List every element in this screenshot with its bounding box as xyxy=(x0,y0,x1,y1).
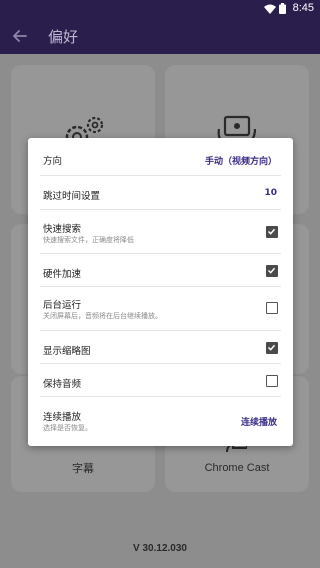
quick-search-checkbox[interactable] xyxy=(266,226,278,238)
check-icon xyxy=(267,267,276,274)
keep-audio-row[interactable]: 保持音频 xyxy=(28,364,293,397)
hw-accel-row[interactable]: 硬件加速 xyxy=(28,254,293,287)
check-icon xyxy=(267,228,276,235)
status-time: 8:45 xyxy=(292,2,314,14)
orientation-row[interactable]: 方向 手动（视频方向） xyxy=(28,138,293,176)
seek-time-label: 跳过时间设置 xyxy=(43,191,101,202)
show-thumbnails-row[interactable]: 显示缩略图 xyxy=(28,331,293,364)
show-thumbnails-checkbox[interactable] xyxy=(266,342,278,354)
quick-search-desc: 快速搜索文件，正确度将降低 xyxy=(43,236,134,244)
continuous-play-value[interactable]: 连续播放 xyxy=(241,415,277,428)
continuous-play-desc: 选择是否恢复。 xyxy=(43,424,92,432)
continuous-play-label: 连续播放 xyxy=(43,412,82,423)
background-play-row[interactable]: 后台运行 关闭屏幕后，音频将在后台继续播放。 xyxy=(28,287,293,331)
keep-audio-label: 保持音频 xyxy=(43,379,82,390)
wifi-icon xyxy=(264,4,276,14)
background-play-desc: 关闭屏幕后，音频将在后台继续播放。 xyxy=(43,312,162,320)
hw-accel-label: 硬件加速 xyxy=(43,269,82,280)
show-thumbnails-label: 显示缩略图 xyxy=(43,346,91,357)
background-play-label: 后台运行 xyxy=(43,300,82,311)
continuous-play-row[interactable]: 连续播放 选择是否恢复。 连续播放 xyxy=(28,397,293,446)
quick-search-row[interactable]: 快速搜索 快速搜索文件，正确度将降低 xyxy=(28,210,293,254)
page-title: 偏好 xyxy=(48,28,79,46)
seek-time-row[interactable]: 跳过时间设置 10 xyxy=(28,176,293,210)
keep-audio-checkbox[interactable] xyxy=(266,375,278,387)
tile-subtitles-label: 字幕 xyxy=(72,463,94,475)
preferences-dialog: 方向 手动（视频方向） 跳过时间设置 10 快速搜索 快速搜索文件，正确度将降低… xyxy=(28,138,293,446)
version-label: V 30.12.030 xyxy=(133,543,187,554)
orientation-value[interactable]: 手动（视频方向） xyxy=(205,154,277,167)
tile-chromecast-label: Chrome Cast xyxy=(204,462,270,474)
orientation-label: 方向 xyxy=(43,156,63,167)
quick-search-label: 快速搜索 xyxy=(43,224,82,235)
background-play-checkbox[interactable] xyxy=(266,302,278,314)
hw-accel-checkbox[interactable] xyxy=(266,265,278,277)
battery-icon xyxy=(279,3,286,14)
status-bar: 8:45 xyxy=(0,0,320,18)
check-icon xyxy=(267,344,276,351)
back-arrow-icon[interactable] xyxy=(10,26,30,46)
app-bar: 偏好 xyxy=(0,18,320,54)
seek-time-value[interactable]: 10 xyxy=(264,188,277,198)
